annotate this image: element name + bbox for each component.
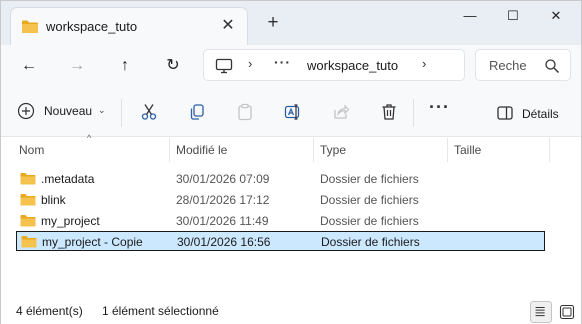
- list-item[interactable]: my_project 30/01/2026 11:49 Dossier de f…: [16, 211, 545, 231]
- paste-icon[interactable]: [236, 103, 254, 121]
- close-icon[interactable]: ✕: [219, 17, 237, 35]
- search-icon: [545, 59, 559, 73]
- file-name: my_project: [41, 214, 100, 228]
- column-divider[interactable]: [313, 138, 314, 162]
- delete-icon[interactable]: [380, 103, 398, 121]
- file-modified: 30/01/2026 07:09: [176, 172, 270, 186]
- column-divider[interactable]: [447, 138, 448, 162]
- file-type: Dossier de fichiers: [320, 193, 419, 207]
- file-list: ^ Nom Modifié le Type Taille .metadata 3…: [1, 133, 581, 296]
- selection-count: 1 élément sélectionné: [102, 304, 219, 318]
- column-header-size[interactable]: Taille: [454, 143, 481, 157]
- chevron-right-icon[interactable]: ›: [422, 56, 426, 71]
- chevron-right-icon[interactable]: ›: [248, 56, 252, 71]
- folder-icon: [21, 236, 37, 248]
- file-modified: 30/01/2026 16:56: [177, 235, 271, 249]
- file-type: Dossier de fichiers: [320, 214, 419, 228]
- new-label: Nouveau: [44, 104, 93, 118]
- title-bar: workspace_tuto ✕ + — ☐ ✕: [1, 1, 581, 45]
- navigation-bar: ← → ↑ ↻ › ··· workspace_tuto › Reche: [1, 45, 581, 87]
- rename-icon[interactable]: [284, 103, 302, 121]
- item-count: 4 élément(s): [16, 304, 83, 318]
- file-modified: 28/01/2026 17:12: [176, 193, 270, 207]
- tiles-view-icon[interactable]: [559, 304, 575, 320]
- file-type: Dossier de fichiers: [320, 172, 419, 186]
- folder-icon: [22, 20, 38, 33]
- file-name: blink: [41, 193, 66, 207]
- status-bar: 4 élément(s) 1 élément sélectionné: [1, 296, 581, 324]
- copy-icon[interactable]: [188, 103, 206, 121]
- column-header-modified[interactable]: Modifié le: [176, 143, 227, 157]
- tab-workspace-tuto[interactable]: workspace_tuto ✕: [10, 7, 248, 45]
- list-item[interactable]: blink 28/01/2026 17:12 Dossier de fichie…: [16, 190, 545, 210]
- divider: [413, 99, 414, 127]
- share-icon[interactable]: [332, 103, 350, 121]
- file-type: Dossier de fichiers: [321, 235, 420, 249]
- more-options-button[interactable]: ···: [429, 97, 450, 118]
- cut-icon[interactable]: [140, 103, 158, 121]
- list-view-icon: [535, 306, 545, 317]
- breadcrumb-current[interactable]: workspace_tuto: [307, 58, 398, 73]
- chevron-down-icon: ⌄: [98, 105, 106, 115]
- folder-icon: [20, 173, 36, 185]
- close-window-button[interactable]: ✕: [539, 5, 573, 27]
- column-divider[interactable]: [549, 138, 550, 162]
- file-name: my_project - Copie: [42, 235, 143, 249]
- maximize-button[interactable]: ☐: [496, 5, 530, 27]
- details-label: Détails: [522, 107, 559, 121]
- minimize-button[interactable]: —: [453, 5, 487, 27]
- computer-icon: [215, 58, 233, 74]
- back-button[interactable]: ←: [17, 54, 41, 78]
- add-circle-icon: [17, 102, 35, 120]
- file-modified: 30/01/2026 11:49: [176, 214, 269, 228]
- folder-icon: [20, 194, 36, 206]
- forward-button[interactable]: →: [65, 54, 89, 78]
- column-divider[interactable]: [169, 138, 170, 162]
- folder-icon: [20, 215, 36, 227]
- address-bar[interactable]: › ··· workspace_tuto ›: [203, 49, 465, 81]
- refresh-button[interactable]: ↻: [161, 54, 185, 78]
- list-item-selected[interactable]: my_project - Copie 30/01/2026 16:56 Doss…: [16, 231, 545, 251]
- list-item[interactable]: .metadata 30/01/2026 07:09 Dossier de fi…: [16, 169, 545, 189]
- breadcrumb-overflow[interactable]: ···: [274, 54, 291, 70]
- column-header-name[interactable]: Nom: [19, 143, 44, 157]
- details-pane-icon: [497, 106, 513, 120]
- up-button[interactable]: ↑: [113, 54, 137, 78]
- command-bar: Nouveau ⌄ ··· Détails: [1, 87, 581, 137]
- file-name: .metadata: [41, 172, 95, 186]
- search-input[interactable]: Reche: [475, 49, 571, 81]
- tab-title: workspace_tuto: [46, 19, 138, 34]
- column-header-type[interactable]: Type: [320, 143, 346, 157]
- details-view-button[interactable]: [530, 301, 552, 323]
- file-explorer-window: workspace_tuto ✕ + — ☐ ✕ ← → ↑ ↻ › ··· w…: [0, 0, 582, 324]
- sort-ascending-icon: ^: [87, 133, 92, 143]
- plus-icon[interactable]: +: [263, 13, 283, 33]
- search-placeholder: Reche: [489, 58, 527, 73]
- divider: [121, 99, 122, 127]
